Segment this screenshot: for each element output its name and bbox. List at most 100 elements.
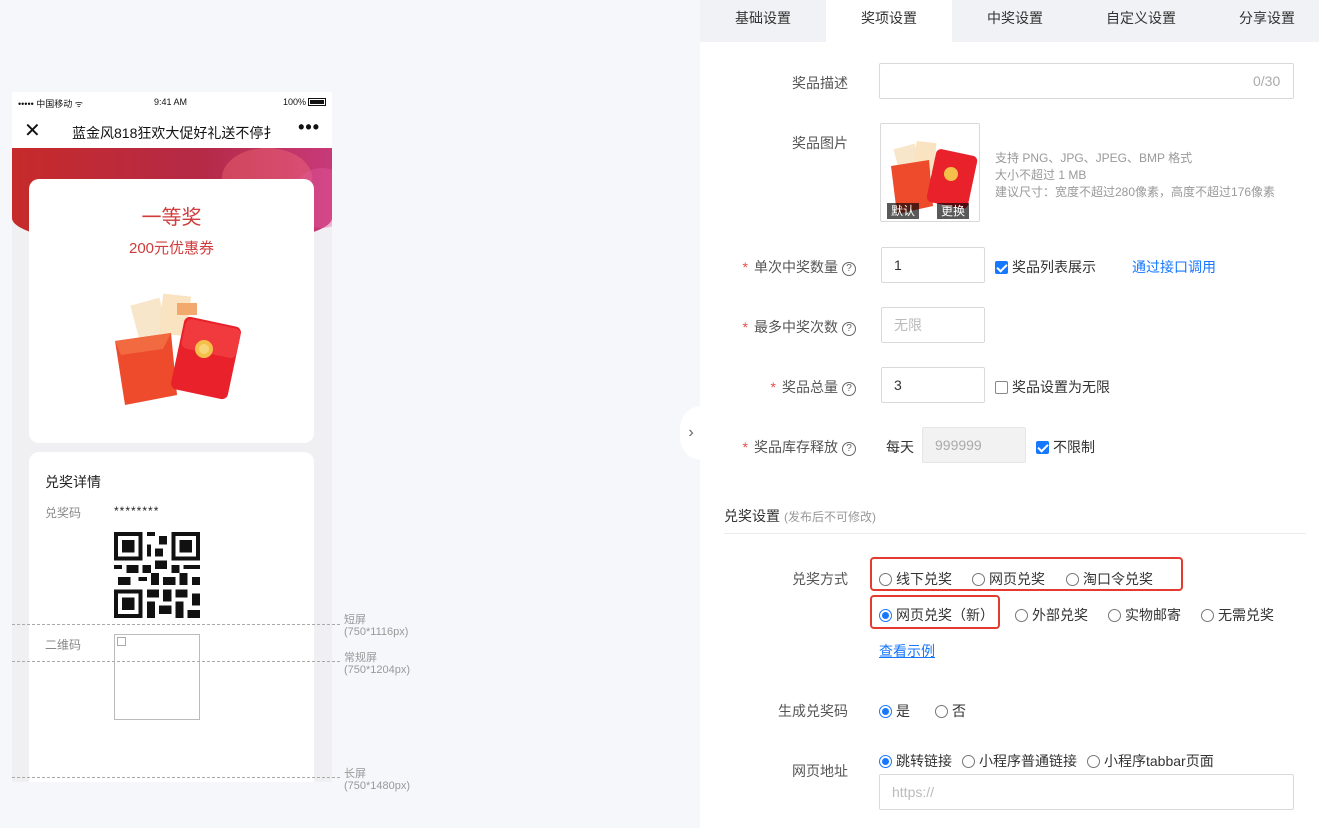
help-icon[interactable]: ? — [842, 442, 856, 456]
redeem-option-label: 线下兑奖 — [896, 571, 952, 587]
prize-desc-input[interactable] — [879, 63, 1294, 99]
image-default-button[interactable]: 默认 — [887, 203, 920, 219]
tab-basic[interactable]: 基础设置 — [700, 0, 826, 42]
preview-navbar: ✕ 蓝金风818狂欢大促好礼送不停扌 ••• — [12, 114, 332, 148]
redeem-option-mail[interactable]: 实物邮寄 — [1108, 605, 1181, 625]
web-url-label: 网页地址 — [792, 763, 848, 779]
checkbox-unchecked-icon — [995, 380, 1008, 394]
screen-mark-size: (750*1116px) — [344, 626, 409, 638]
carrier-label: ••••• 中国移动 ᯤ — [18, 99, 83, 109]
prize-desc-counter: 0/30 — [1253, 73, 1281, 89]
show-in-list-checkbox[interactable]: 奖品列表展示 — [995, 257, 1096, 277]
url-type-label: 小程序普通链接 — [979, 753, 1077, 769]
image-change-button[interactable]: 更换 — [936, 203, 969, 219]
tab-winning[interactable]: 中奖设置 — [952, 0, 1078, 42]
chevron-right-icon: › — [688, 424, 694, 441]
stock-unlimited-label: 不限制 — [1053, 439, 1095, 455]
gen-code-option-label: 否 — [952, 703, 966, 719]
tab-share[interactable]: 分享设置 — [1204, 0, 1319, 42]
section-divider — [724, 533, 1306, 534]
stock-unlimited-checkbox[interactable]: 不限制 — [1036, 437, 1095, 457]
api-call-link[interactable]: 通过接口调用 — [1132, 257, 1216, 277]
url-type-label: 跳转链接 — [896, 753, 952, 769]
checkbox-checked-icon — [1036, 440, 1049, 454]
help-icon[interactable]: ? — [842, 382, 856, 396]
web-url-input[interactable] — [879, 774, 1294, 810]
redeem-option-label: 网页兑奖（新） — [896, 607, 994, 623]
url-type-jump[interactable]: 跳转链接 — [879, 751, 952, 771]
redeem-option-web[interactable]: 网页兑奖 — [972, 569, 1045, 589]
prize-total-input[interactable] — [881, 367, 985, 403]
redeem-option-label: 淘口令兑奖 — [1083, 571, 1153, 587]
required-mark: * — [742, 259, 748, 275]
unlimited-total-checkbox[interactable]: 奖品设置为无限 — [995, 377, 1110, 397]
tab-custom[interactable]: 自定义设置 — [1078, 0, 1204, 42]
close-icon[interactable]: ✕ — [24, 118, 41, 143]
url-type-tabbar[interactable]: 小程序tabbar页面 — [1087, 751, 1214, 771]
required-mark: * — [770, 379, 776, 395]
gen-code-yes[interactable]: 是 — [879, 701, 910, 721]
radio-icon — [935, 704, 948, 718]
screen-mark-name: 常规屏 — [344, 652, 377, 664]
screen-mark-name: 短屏 — [344, 614, 366, 626]
radio-icon — [1087, 754, 1100, 768]
redeem-option-web-new[interactable]: 网页兑奖（新） — [879, 605, 994, 625]
battery-icon — [308, 98, 326, 106]
redeem-section-title: 兑奖设置 — [724, 508, 780, 524]
show-in-list-label: 奖品列表展示 — [1012, 259, 1096, 275]
help-icon[interactable]: ? — [842, 322, 856, 336]
mobile-preview: ••••• 中国移动 ᯤ 9:41 AM 100% ✕ 蓝金风818狂欢大促好礼… — [12, 92, 332, 782]
broken-image-icon — [117, 637, 126, 646]
checkbox-checked-icon — [995, 260, 1008, 274]
redeem-method-label: 兑奖方式 — [792, 571, 848, 587]
redeem-section-header: 兑奖设置 (发布后不可修改) — [724, 506, 876, 526]
unlimited-total-label: 奖品设置为无限 — [1012, 379, 1110, 395]
redeem-option-offline[interactable]: 线下兑奖 — [879, 569, 952, 589]
gen-code-label: 生成兑奖码 — [778, 703, 848, 719]
url-type-miniprogram[interactable]: 小程序普通链接 — [962, 751, 1077, 771]
single-win-input[interactable] — [881, 247, 985, 283]
screen-mark-short: 短屏 (750*1116px) — [344, 614, 408, 638]
redeem-option-external[interactable]: 外部兑奖 — [1015, 605, 1088, 625]
url-type-label: 小程序tabbar页面 — [1104, 753, 1214, 769]
screen-mark-long: 长屏 (750*1480px) — [344, 768, 410, 792]
qr-image-placeholder — [114, 634, 200, 720]
prize-subtitle: 200元优惠券 — [128, 240, 215, 257]
prize-image-uploader[interactable]: 默认 更换 — [880, 123, 980, 222]
screen-mark-size: (750*1480px) — [344, 780, 411, 792]
radio-selected-icon — [879, 754, 892, 768]
stock-release-label: * 奖品库存释放? — [696, 437, 856, 457]
screen-mark-normal: 常规屏 (750*1204px) — [344, 652, 410, 676]
image-tip-format: 支持 PNG、JPG、JPEG、BMP 格式 — [995, 151, 1193, 165]
single-win-label-text: 单次中奖数量 — [754, 259, 838, 275]
redeem-option-taobao[interactable]: 淘口令兑奖 — [1066, 569, 1153, 589]
required-mark: * — [742, 319, 748, 335]
redeem-code-label: 兑奖码 — [45, 506, 82, 520]
redeem-option-none[interactable]: 无需兑奖 — [1201, 605, 1274, 625]
preview-page-title: 蓝金风818狂欢大促好礼送不停扌 — [72, 125, 272, 141]
settings-tabs: 基础设置 奖项设置 中奖设置 自定义设置 分享设置 — [700, 0, 1319, 42]
radio-icon — [962, 754, 975, 768]
stock-per-day-label: 每天 — [886, 439, 914, 455]
screen-guide-line — [12, 624, 340, 625]
redeem-code-value: ******** — [114, 504, 160, 518]
gen-code-no[interactable]: 否 — [935, 701, 966, 721]
help-icon[interactable]: ? — [842, 262, 856, 276]
prize-total-label-text: 奖品总量 — [782, 379, 838, 395]
more-icon[interactable]: ••• — [298, 117, 320, 138]
stock-release-input — [922, 427, 1026, 463]
radio-selected-icon — [879, 704, 892, 718]
screen-mark-name: 长屏 — [344, 768, 366, 780]
clock-label: 9:41 AM — [154, 97, 188, 107]
prize-image-label: 奖品图片 — [792, 135, 848, 151]
redeem-option-label: 无需兑奖 — [1218, 607, 1274, 623]
max-win-label: * 最多中奖次数? — [696, 317, 856, 337]
radio-icon — [1066, 572, 1079, 586]
tab-prize[interactable]: 奖项设置 — [826, 0, 952, 42]
prize-title: 一等奖 — [141, 207, 202, 229]
gen-code-option-label: 是 — [896, 703, 910, 719]
max-win-input[interactable] — [881, 307, 985, 343]
view-example-link[interactable]: 查看示例 — [879, 641, 935, 661]
image-tip-size: 大小不超过 1 MB — [995, 168, 1087, 182]
redeem-option-label: 网页兑奖 — [989, 571, 1045, 587]
